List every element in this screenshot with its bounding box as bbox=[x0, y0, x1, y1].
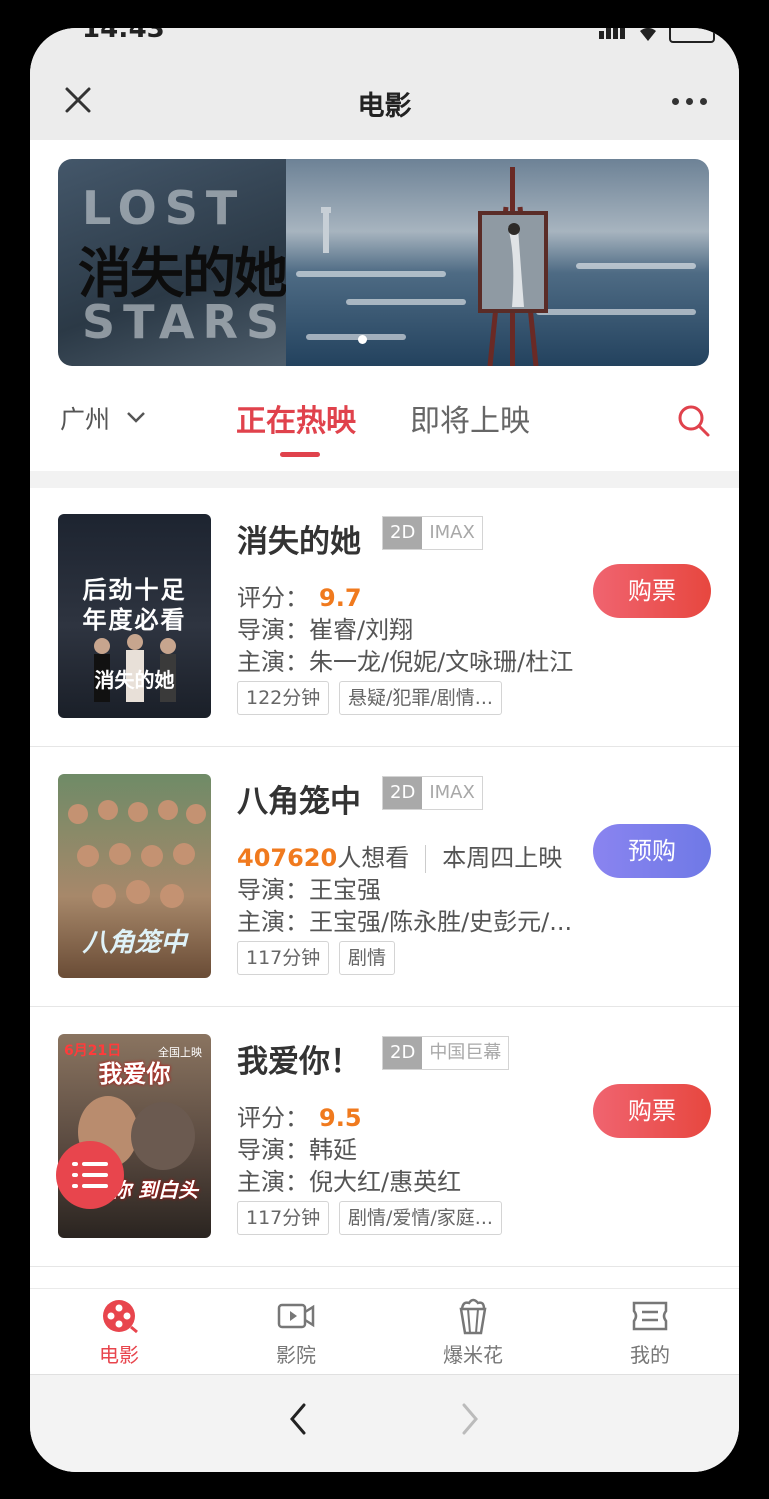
search-icon[interactable] bbox=[677, 404, 711, 438]
movie-item[interactable]: 后劲十足 年度必看 消失的她 消失的她 2D IMAX 评分： 9.7 导演：崔睿… bbox=[30, 488, 739, 747]
genre-chip: 剧情 bbox=[339, 941, 396, 975]
genre-chip: 剧情/爱情/家庭... bbox=[339, 1201, 502, 1235]
bottom-tab-bar: 电影 影院 爆米花 我的 bbox=[30, 1288, 739, 1375]
format-giant-screen: 中国巨幕 bbox=[422, 1037, 509, 1069]
tab-movies[interactable]: 电影 bbox=[59, 1297, 179, 1368]
format-2d: 2D bbox=[383, 1037, 423, 1069]
back-arrow-icon[interactable] bbox=[286, 1401, 310, 1437]
format-2d: 2D bbox=[383, 777, 423, 809]
floating-menu-button[interactable] bbox=[56, 1141, 124, 1209]
cast-line: 主演：朱一龙/倪妮/文咏珊/杜江 bbox=[237, 648, 574, 676]
active-tab-indicator bbox=[280, 452, 320, 457]
want-count: 407620 bbox=[237, 844, 338, 872]
banner-word-top: LOST bbox=[82, 181, 246, 235]
genre-chip: 悬疑/犯罪/剧情... bbox=[339, 681, 502, 715]
cast-line: 主演：王宝强/陈永胜/史彭元/... bbox=[237, 908, 573, 936]
movie-item[interactable]: 6月21日 全国上映 我爱你 很爱你 到白头 我爱你！ 2D 中国巨幕 评分： 9… bbox=[30, 1008, 739, 1267]
movie-poster[interactable]: 后劲十足 年度必看 消失的她 bbox=[58, 514, 211, 718]
filter-bar: 广州 正在热映 即将上映 bbox=[30, 378, 739, 470]
want-label: 人想看 bbox=[337, 844, 410, 872]
status-icons bbox=[599, 28, 715, 43]
movie-item[interactable]: 八角笼中 八角笼中 2D IMAX 407620人想看 本周四上映 导演：王宝强 … bbox=[30, 748, 739, 1007]
forward-arrow-icon[interactable] bbox=[458, 1401, 482, 1437]
poster-title: 消失的她 bbox=[94, 668, 175, 692]
poster-figures-image bbox=[68, 800, 206, 908]
director-line: 导演：韩延 bbox=[237, 1136, 357, 1164]
tab-label: 我的 bbox=[630, 1343, 670, 1367]
format-badge: 2D IMAX bbox=[382, 516, 483, 550]
banner-word-bottom: STARS bbox=[82, 295, 288, 349]
duration-chip: 122分钟 bbox=[237, 681, 330, 715]
more-icon[interactable] bbox=[672, 98, 707, 105]
buy-ticket-button[interactable]: 购票 bbox=[593, 564, 711, 618]
ticket-icon bbox=[632, 1301, 668, 1331]
tab-mine[interactable]: 我的 bbox=[590, 1297, 710, 1368]
phone-frame: 14:43 电影 LOST 消失的她 STARS 广州 正在热映 即将上映 后劲… bbox=[0, 0, 769, 1499]
want-line: 407620人想看 本周四上映 bbox=[237, 838, 562, 873]
poster-title: 八角笼中 bbox=[82, 928, 187, 958]
release-date: 本周四上映 bbox=[442, 844, 563, 872]
format-2d: 2D bbox=[383, 517, 423, 549]
rating-line: 评分： 9.5 bbox=[237, 1098, 362, 1133]
format-badge: 2D 中国巨幕 bbox=[382, 1036, 510, 1070]
status-bar: 14:43 bbox=[30, 28, 739, 60]
status-time: 14:43 bbox=[82, 28, 165, 44]
format-badge: 2D IMAX bbox=[382, 776, 483, 810]
page-title: 电影 bbox=[357, 91, 412, 122]
preorder-button[interactable]: 预购 bbox=[593, 824, 711, 878]
movie-poster[interactable]: 八角笼中 bbox=[58, 774, 211, 978]
video-camera-icon bbox=[277, 1303, 315, 1329]
movie-title[interactable]: 我爱你！ bbox=[237, 1036, 361, 1081]
rating-score: 9.7 bbox=[319, 584, 362, 612]
browser-nav-bar bbox=[30, 1374, 739, 1472]
lighthouse-image bbox=[321, 207, 331, 253]
easel-image bbox=[478, 167, 548, 366]
film-reel-icon bbox=[103, 1300, 138, 1334]
chevron-down-icon[interactable] bbox=[126, 410, 146, 424]
tab-popcorn[interactable]: 爆米花 bbox=[413, 1297, 533, 1368]
banner-image bbox=[286, 159, 709, 366]
format-imax: IMAX bbox=[422, 777, 482, 809]
duration-chip: 117分钟 bbox=[237, 1201, 330, 1235]
nav-bar: 电影 bbox=[30, 60, 739, 140]
director-line: 导演：王宝强 bbox=[237, 876, 381, 904]
poster-tagline-2: 年度必看 bbox=[82, 606, 187, 634]
duration-chip: 117分钟 bbox=[237, 941, 330, 975]
tab-label: 电影 bbox=[99, 1343, 139, 1367]
rating-line: 评分： 9.7 bbox=[237, 578, 362, 613]
screen: 14:43 电影 LOST 消失的她 STARS 广州 正在热映 即将上映 后劲… bbox=[30, 28, 739, 1472]
signal-icon bbox=[599, 28, 627, 43]
battery-icon bbox=[669, 28, 715, 43]
format-imax: IMAX bbox=[422, 517, 482, 549]
city-selector[interactable]: 广州 bbox=[60, 400, 110, 436]
buy-ticket-button[interactable]: 购票 bbox=[593, 1084, 711, 1138]
cast-line: 主演：倪大红/惠英红 bbox=[237, 1168, 462, 1196]
tab-now-showing[interactable]: 正在热映 bbox=[236, 396, 356, 440]
rating-label: 评分： bbox=[237, 1104, 309, 1132]
movie-title[interactable]: 消失的她 bbox=[237, 516, 361, 561]
tab-coming-soon[interactable]: 即将上映 bbox=[410, 396, 530, 440]
banner-title-panel: LOST 消失的她 STARS bbox=[58, 159, 288, 366]
carousel-indicator bbox=[358, 335, 367, 344]
popcorn-icon bbox=[459, 1298, 487, 1335]
director-line: 导演：崔睿/刘翔 bbox=[237, 616, 414, 644]
promo-banner[interactable]: LOST 消失的她 STARS bbox=[58, 159, 709, 366]
wifi-icon bbox=[640, 28, 656, 41]
poster-title: 我爱你 bbox=[98, 1060, 171, 1088]
tab-label: 影院 bbox=[276, 1343, 316, 1367]
movie-title[interactable]: 八角笼中 bbox=[237, 776, 361, 821]
tab-cinemas[interactable]: 影院 bbox=[236, 1297, 356, 1368]
section-divider bbox=[30, 471, 739, 488]
tab-label: 爆米花 bbox=[443, 1343, 503, 1367]
rating-score: 9.5 bbox=[319, 1104, 362, 1132]
rating-label: 评分： bbox=[237, 584, 309, 612]
